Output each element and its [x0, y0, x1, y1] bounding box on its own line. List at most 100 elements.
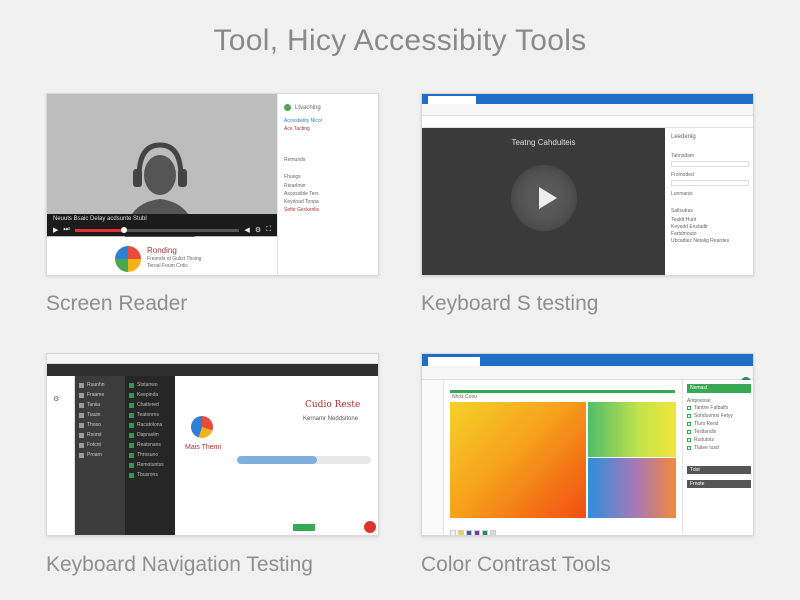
sidebar-header[interactable]: Nemasf — [687, 384, 751, 393]
gradient-swatch-warm[interactable] — [450, 402, 586, 518]
video-stage[interactable]: Teatng Cahdulteis — [422, 128, 665, 275]
option-item[interactable]: Tantne Fatbalfs — [687, 404, 751, 412]
skip-icon[interactable]: ⏭ — [63, 226, 69, 234]
option-item[interactable]: Sohduonos Fetyy — [687, 412, 751, 420]
sidebar-line-2[interactable]: Ace Tacting — [284, 127, 374, 132]
video-progress[interactable] — [74, 226, 240, 233]
preview-title: Cudio Reste — [305, 400, 361, 410]
list-item[interactable]: Reatsnans — [129, 440, 171, 450]
keyboard-navigation-card[interactable]: ⚙ Ruunhn Fraame Taniia Tiauin Thoso Rsor… — [46, 353, 379, 536]
palette-swatch[interactable] — [466, 530, 472, 535]
sidebar-line-1[interactable]: Accesbelity Nlcor — [284, 119, 374, 124]
caption-screen-reader: Screen Reader — [46, 292, 188, 315]
browser-tab[interactable] — [428, 96, 476, 104]
sidebar-item[interactable]: Keydoad Tonpa — [284, 200, 374, 205]
sidebar-item[interactable]: Rtearlmer — [284, 184, 374, 189]
screen-reader-card[interactable]: Neuuts Bsaic Delay acdsunte Stubl ▶ ⏭ ◀ … — [46, 93, 379, 276]
canvas-header: Nhos Coou — [452, 394, 478, 400]
sidebar-section: Fhuegs — [284, 174, 301, 180]
list-item[interactable]: Ststanwo — [129, 380, 171, 390]
gear-icon[interactable]: ⚙ — [53, 396, 74, 403]
palette-swatch[interactable] — [474, 530, 480, 535]
color-palette — [450, 530, 496, 535]
tree-item[interactable]: Fotcnt — [79, 440, 121, 450]
list-item[interactable]: Tbusrons — [129, 470, 171, 480]
keyboard-testing-card[interactable]: Teatng Cahdulteis Leedenig Tahnsdam From… — [421, 93, 754, 276]
accent-bar — [450, 390, 675, 393]
tree-item[interactable]: Thoso — [79, 420, 121, 430]
palette-swatch[interactable] — [482, 530, 488, 535]
side-name: Mais Themi — [185, 444, 222, 451]
field-label: Fromoded — [671, 172, 694, 178]
focus-slider[interactable] — [237, 456, 371, 464]
menu-bar[interactable] — [47, 364, 378, 376]
list-item[interactable]: Teatonrns — [129, 410, 171, 420]
confirm-button[interactable] — [293, 524, 315, 531]
sidebar-item[interactable]: Tealdt Hunt — [671, 218, 749, 223]
sidebar-field[interactable] — [671, 180, 749, 186]
gradient-swatch-blue[interactable] — [588, 458, 676, 518]
brand-subtitle-2: Teroal Foum Crdic — [147, 263, 188, 269]
sidebar-item[interactable]: Sefte Geckenlis — [284, 208, 374, 213]
folder-tree: Ruunhn Fraame Taniia Tiauin Thoso Rsorst… — [75, 376, 125, 535]
video-progress-knob[interactable] — [121, 226, 128, 233]
app-icon — [284, 104, 291, 111]
brand-block: Ronding Freonds ot Gulist Tbsing Teroal … — [147, 246, 201, 269]
video-caption-text: Neuuts Bsaic Delay acdsunte Stubl — [53, 216, 147, 222]
option-item[interactable]: Tlatee Iusd — [687, 444, 751, 452]
color-contrast-card[interactable]: Nhos Coou Nemasf Antpoesse Tantne Fatbal… — [421, 353, 754, 536]
option-item[interactable]: Testlandls — [687, 428, 751, 436]
record-icon[interactable] — [364, 521, 376, 533]
sidebar-item[interactable]: Ascessible Ters — [284, 192, 374, 197]
option-item[interactable]: Tlurs Rend — [687, 420, 751, 428]
tree-item[interactable]: Ruunhn — [79, 380, 121, 390]
fullscreen-icon[interactable]: ⛶ — [266, 226, 271, 234]
browser-tab-bar — [422, 94, 753, 104]
sidebar-title: Leedenig — [671, 134, 696, 140]
video-player[interactable]: Neuuts Bsaic Delay acdsunte Stubl ▶ ⏭ ◀ … — [47, 94, 277, 237]
file-list: Ststanwo Keepinda Chattered Teatonrns Ra… — [125, 376, 175, 535]
preview-panel: Cudio Reste Kernamr Neddsitone Mais Them… — [175, 376, 378, 535]
tree-item[interactable]: Taniia — [79, 400, 121, 410]
tree-item[interactable]: Tiauin — [79, 410, 121, 420]
list-item[interactable]: Dapraolm — [129, 430, 171, 440]
tree-item[interactable]: Proarn — [79, 450, 121, 460]
list-item[interactable]: Throsuno — [129, 450, 171, 460]
list-item[interactable]: Keepinda — [129, 390, 171, 400]
field-label: Lunmanis — [671, 191, 693, 197]
browser-logo-icon — [191, 416, 213, 438]
brand-title: Ronding — [147, 246, 177, 255]
front-button[interactable]: Frnote — [687, 480, 751, 488]
list-item[interactable]: Racatolona — [129, 420, 171, 430]
palette-swatch[interactable] — [490, 530, 496, 535]
sidebar-item[interactable]: Fartdmouto — [671, 232, 749, 237]
palette-swatch[interactable] — [458, 530, 464, 535]
test-button[interactable]: Tdst — [687, 466, 751, 474]
option-item[interactable]: Rudutnts — [687, 436, 751, 444]
sidebar-label: Remunds — [284, 157, 306, 163]
stage-title: Teatng Cahdulteis — [511, 138, 576, 147]
list-item[interactable]: Remotuntss — [129, 460, 171, 470]
settings-icon[interactable]: ⚙ — [255, 226, 261, 234]
page-title: Tool, Hicy Accessibity Tools — [213, 24, 587, 57]
browser-tab-bar — [422, 354, 753, 366]
window-titlebar — [47, 354, 378, 364]
list-item[interactable]: Chattered — [129, 400, 171, 410]
browser-tab[interactable] — [428, 357, 480, 366]
keyboard-sidebar: Leedenig Tahnsdam Fromoded Lunmanis Sall… — [665, 128, 753, 275]
sidebar-field[interactable] — [671, 161, 749, 167]
contrast-sidebar: Nemasf Antpoesse Tantne Fatbalfs Sohduon… — [682, 380, 753, 535]
volume-icon[interactable]: ◀ — [244, 226, 249, 234]
play-button-icon[interactable] — [511, 165, 577, 231]
palette-swatch[interactable] — [450, 530, 456, 535]
tree-item[interactable]: Fraame — [79, 390, 121, 400]
video-controls: ▶ ⏭ ◀ ⚙ ⛶ — [53, 226, 271, 234]
sidebar-item[interactable]: Ubcadiez Netalig Reardes — [671, 239, 749, 244]
gradient-swatch-green[interactable] — [588, 402, 676, 457]
browser-logo-icon — [115, 246, 141, 272]
sidebar-item[interactable]: Keyedd Enstadtr — [671, 225, 749, 230]
address-bar[interactable] — [422, 104, 753, 116]
address-bar[interactable] — [422, 366, 753, 380]
play-icon[interactable]: ▶ — [53, 226, 58, 234]
tree-item[interactable]: Rsorst — [79, 430, 121, 440]
